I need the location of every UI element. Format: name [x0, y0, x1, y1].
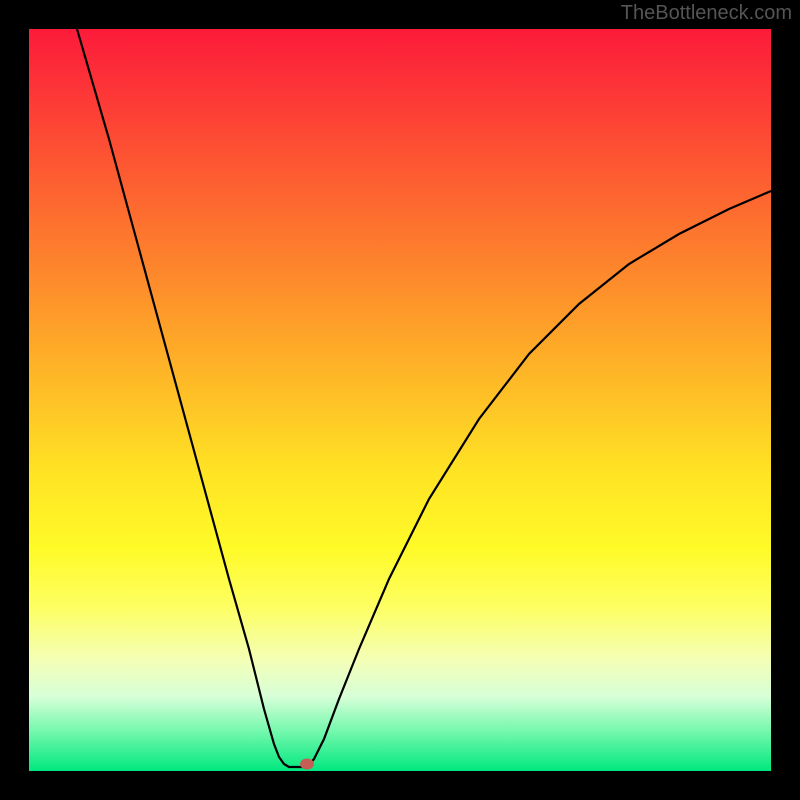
bottleneck-curve-line	[77, 29, 771, 767]
chart-plot-area	[29, 29, 771, 771]
watermark-text: TheBottleneck.com	[621, 2, 792, 25]
optimal-point-marker	[300, 759, 314, 770]
curve-svg	[29, 29, 771, 771]
